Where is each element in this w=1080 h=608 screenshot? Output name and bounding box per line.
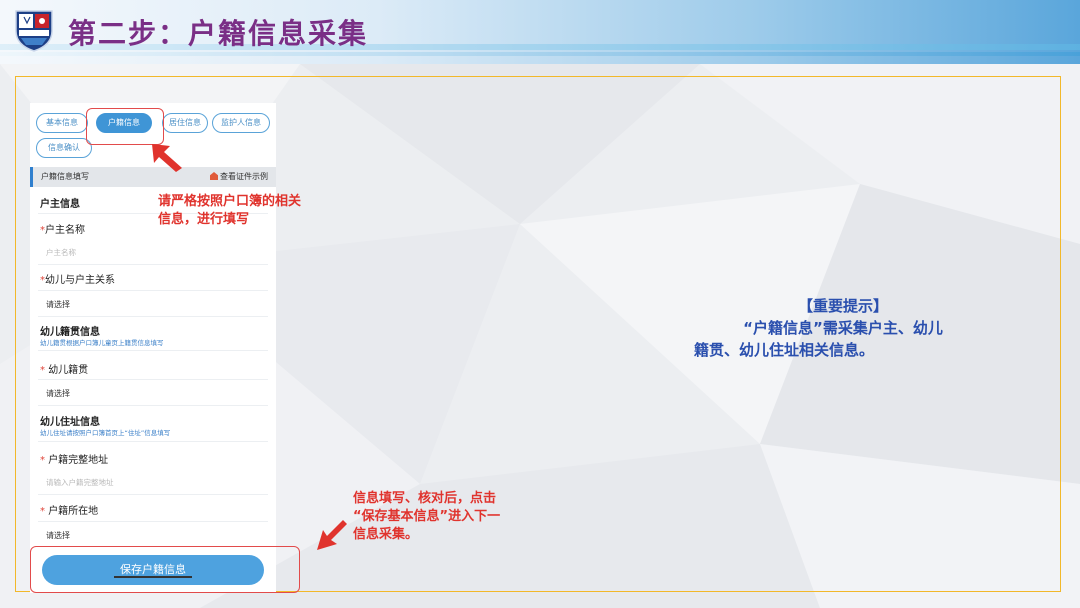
location-label: * 户籍所在地	[40, 506, 99, 517]
householder-name-label: *户主名称	[40, 225, 85, 236]
divider	[38, 316, 268, 317]
relation-select[interactable]: 请选择	[46, 299, 70, 310]
tab-highlight-box	[86, 108, 164, 145]
location-select[interactable]: 请选择	[46, 530, 70, 541]
tab-confirm-info[interactable]: 信息确认	[36, 138, 92, 158]
tab-guardian-info[interactable]: 监护人信息	[212, 113, 270, 133]
slide-title: 第二步：户籍信息采集	[68, 17, 369, 50]
tab-residence-info[interactable]: 居住信息	[162, 113, 208, 133]
tab-basic-info[interactable]: 基本信息	[36, 113, 88, 133]
save-highlight-box	[30, 546, 300, 593]
full-address-label: * 户籍完整地址	[40, 455, 109, 466]
arrow-down-left-icon	[317, 520, 347, 550]
native-heading: 幼儿籍贯信息	[40, 327, 100, 338]
banner-ribbon	[0, 52, 1080, 56]
section-title: 户籍信息填写	[41, 172, 89, 181]
save-note: 信息填写、核对后，点击 “保存基本信息”进入下一 信息采集。	[353, 491, 501, 542]
divider	[38, 379, 268, 380]
native-label: * 幼儿籍贯	[40, 365, 89, 376]
divider	[38, 264, 268, 265]
divider	[38, 350, 268, 351]
home-icon	[210, 172, 218, 180]
address-hint: 幼儿住址请按照户口簿首页上“住址”信息填写	[40, 429, 171, 437]
important-tip: 【重要提示】 “户籍信息”需采集户主、幼儿 籍贯、幼儿住址相关信息。	[694, 297, 943, 359]
divider	[38, 441, 268, 442]
address-heading: 幼儿住址信息	[40, 417, 100, 428]
form-panel: 基本信息 户籍信息 居住信息 监护人信息 信息确认 户籍信息填写 查看证件示例 …	[30, 103, 300, 593]
divider	[38, 290, 268, 291]
householder-heading: 户主信息	[40, 199, 80, 210]
arrow-up-left-icon	[152, 144, 182, 172]
divider	[38, 521, 268, 522]
relation-label: *幼儿与户主关系	[40, 275, 115, 286]
full-address-input[interactable]: 请输入户籍完整地址	[46, 477, 114, 488]
divider	[38, 494, 268, 495]
divider	[38, 405, 268, 406]
native-hint: 幼儿籍贯根据户口簿儿童页上籍贯信息填写	[40, 339, 164, 347]
header-banner: 第二步：户籍信息采集	[0, 0, 1080, 64]
view-example-link[interactable]: 查看证件示例	[210, 171, 268, 182]
native-select[interactable]: 请选择	[46, 388, 70, 399]
strict-fill-note: 请严格按照户口簿的相关 信息，进行填写	[158, 194, 302, 227]
school-logo-icon	[15, 10, 53, 52]
householder-name-input[interactable]: 户主名称	[46, 247, 76, 258]
